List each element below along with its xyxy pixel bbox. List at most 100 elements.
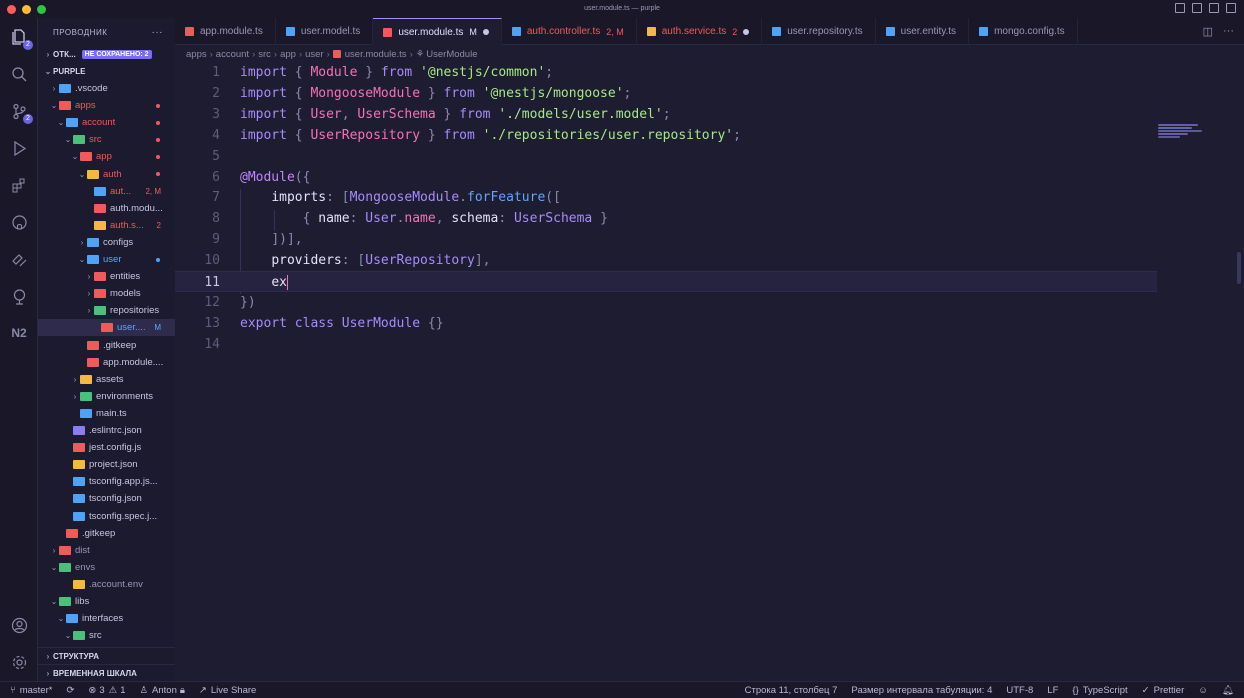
code-line[interactable]: 8 { name: User.name, schema: UserSchema … (175, 208, 1244, 229)
breadcrumb-item[interactable]: user (305, 49, 323, 60)
encoding-setting[interactable]: UTF-8 (1006, 685, 1033, 696)
code-line[interactable]: 7 imports: [MongooseModule.forFeature([ (175, 187, 1244, 208)
tree-item[interactable]: jest.config.js (38, 439, 175, 456)
nx-console-icon[interactable]: N2 (8, 322, 30, 344)
tree-item[interactable]: › .vscode (38, 80, 175, 97)
tree-item[interactable]: .account.env (38, 576, 175, 593)
tree-item[interactable]: ⌄ interfaces (38, 610, 175, 627)
customize-layout-icon[interactable] (1226, 3, 1236, 13)
testing-icon[interactable] (8, 285, 30, 307)
breadcrumb-item[interactable]: account (216, 49, 249, 60)
settings-gear-icon[interactable] (8, 651, 30, 673)
editor-tab[interactable]: user.model.ts (276, 18, 374, 45)
tree-item[interactable]: auth.s... 2 (38, 217, 175, 234)
prettier-item[interactable]: ✓ Prettier (1142, 685, 1185, 696)
workspace-root[interactable]: ⌄ PURPLE (38, 63, 175, 80)
sync-item[interactable]: ⟳ (66, 685, 74, 696)
breadcrumb-item[interactable]: UserModule (426, 49, 477, 60)
tree-item[interactable]: tsconfig.spec.j... (38, 508, 175, 525)
extensions-icon[interactable] (8, 174, 30, 196)
tree-item[interactable]: user.... M (38, 319, 175, 337)
tree-item[interactable]: ⌄ app (38, 148, 175, 165)
tree-item[interactable]: app.module.... (38, 354, 175, 371)
editor-tab[interactable]: auth.controller.ts 2, M (502, 18, 637, 45)
toggle-panel-icon[interactable] (1192, 3, 1202, 13)
run-debug-icon[interactable] (8, 137, 30, 159)
more-actions-icon[interactable]: ··· (1223, 25, 1234, 38)
code-line[interactable]: 14 (175, 334, 1244, 355)
toggle-sidebar-icon[interactable] (1175, 3, 1185, 13)
account-item[interactable]: ♙ Anton 🔒︎ (140, 685, 185, 696)
tree-item[interactable]: ⌄ src (38, 627, 175, 644)
tree-item[interactable]: ⌄ apps (38, 97, 175, 114)
source-control-icon[interactable]: 2 (8, 100, 33, 124)
code-line[interactable]: 6 @Module({ (175, 167, 1244, 188)
code-line[interactable]: 3 import { User, UserSchema } from './mod… (175, 104, 1244, 125)
search-icon[interactable] (8, 63, 30, 85)
tree-item[interactable]: tsconfig.json (38, 490, 175, 507)
breadcrumb-item[interactable]: apps (186, 49, 207, 60)
tree-item[interactable]: › assets (38, 371, 175, 388)
code-line[interactable]: 12}) (175, 292, 1244, 313)
breadcrumb-item[interactable]: user.module.ts (345, 49, 407, 60)
tree-item[interactable]: main.ts (38, 405, 175, 422)
tree-item[interactable]: ⌄ auth (38, 166, 175, 183)
unsaved-dot-icon[interactable] (743, 28, 750, 35)
code-line[interactable]: 2 import { MongooseModule } from '@nestjs… (175, 83, 1244, 104)
tree-item[interactable]: ⌄ user (38, 251, 175, 268)
explorer-icon[interactable]: 2 (8, 26, 33, 50)
tree-item[interactable]: .gitkeep (38, 525, 175, 542)
toggle-secondary-sidebar-icon[interactable] (1209, 3, 1219, 13)
code-line[interactable]: 13 export class UserModule {} (175, 313, 1244, 334)
problems-item[interactable]: ⊗ 3 ⚠ 1 (88, 685, 125, 696)
accounts-icon[interactable] (8, 614, 30, 636)
tree-item[interactable]: aut... 2, M (38, 183, 175, 200)
split-editor-icon[interactable]: ◫ (1203, 25, 1213, 38)
code-line[interactable]: 5 (175, 146, 1244, 167)
tree-item[interactable]: auth.modu... (38, 200, 175, 217)
tree-item[interactable]: › dist (38, 542, 175, 559)
tree-item[interactable]: ⌄ src (38, 131, 175, 148)
language-mode[interactable]: {} TypeScript (1072, 685, 1127, 696)
editor-tab[interactable]: auth.service.ts 2 (637, 18, 763, 45)
editor-tab[interactable]: mongo.config.ts (969, 18, 1078, 45)
notifications-bell-icon[interactable]: 🔔︎ (1222, 685, 1234, 696)
breadcrumb-item[interactable]: app (280, 49, 296, 60)
code-line[interactable]: 9 ])], (175, 229, 1244, 250)
tree-item[interactable]: › entities (38, 268, 175, 285)
timeline-section[interactable]: › ВРЕМЕННАЯ ШКАЛА (38, 664, 175, 681)
editor-tab[interactable]: user.module.ts M (373, 18, 502, 45)
tree-item[interactable]: › repositories (38, 302, 175, 319)
tree-item[interactable]: .gitkeep (38, 337, 175, 354)
code-line[interactable]: 11 ex (175, 271, 1157, 292)
tree-item[interactable]: ⌄ account (38, 114, 175, 131)
cursor-position[interactable]: Строка 11, столбец 7 (745, 685, 838, 696)
github-icon[interactable] (8, 211, 30, 233)
feedback-icon[interactable]: ☺ (1198, 685, 1208, 696)
sidebar-more-button[interactable]: ··· (152, 27, 164, 38)
live-share-item[interactable]: ↗ Live Share (199, 685, 256, 696)
tree-item[interactable]: ⌄ envs (38, 559, 175, 576)
remote-explorer-icon[interactable] (8, 248, 30, 270)
code-line[interactable]: 4 import { UserRepository } from './repos… (175, 125, 1244, 146)
tree-item[interactable]: › models (38, 285, 175, 302)
tree-item[interactable]: › configs (38, 234, 175, 251)
code-editor[interactable]: 1 import { Module } from '@nestjs/common'… (175, 62, 1244, 681)
tree-item[interactable]: .eslintrc.json (38, 422, 175, 439)
editor-tab[interactable]: user.repository.ts (762, 18, 876, 45)
code-line[interactable]: 10 providers: [UserRepository], (175, 250, 1244, 271)
tree-item[interactable]: ⌄ libs (38, 593, 175, 610)
editor-tab[interactable]: user.entity.ts (876, 18, 970, 45)
unsaved-dot-icon[interactable] (482, 29, 489, 35)
open-editors-section[interactable]: › ОТК... НЕ СОХРАНЕНО: 2 (38, 46, 175, 63)
outline-section[interactable]: › СТРУКТУРА (38, 647, 175, 664)
tree-item[interactable]: project.json (38, 456, 175, 473)
breadcrumb-item[interactable]: src (258, 49, 271, 60)
eol-setting[interactable]: LF (1047, 685, 1058, 696)
tree-item[interactable]: › environments (38, 388, 175, 405)
indentation-setting[interactable]: Размер интервала табуляции: 4 (851, 685, 992, 696)
editor-tab[interactable]: app.module.ts (175, 18, 276, 45)
git-branch-item[interactable]: ⑂ master* (10, 685, 52, 696)
tree-item[interactable]: tsconfig.app.js... (38, 473, 175, 490)
code-line[interactable]: 1 import { Module } from '@nestjs/common'… (175, 62, 1244, 83)
